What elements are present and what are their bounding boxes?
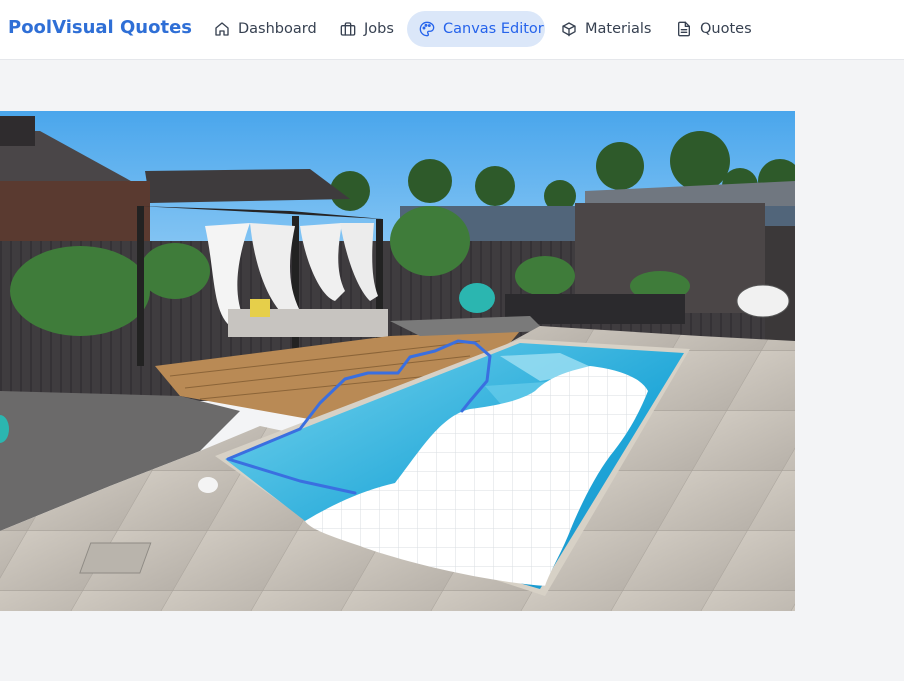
- box-icon: [561, 21, 577, 37]
- nav-item-dashboard[interactable]: Dashboard: [210, 11, 322, 47]
- canvas-editor-area[interactable]: [0, 111, 795, 611]
- pool-photo: [0, 111, 795, 611]
- home-icon: [214, 21, 230, 37]
- nav-item-label: Materials: [585, 21, 652, 37]
- nav-item-label: Dashboard: [238, 21, 317, 37]
- app-title[interactable]: PoolVisual Quotes: [8, 17, 192, 38]
- briefcase-icon: [340, 21, 356, 37]
- nav-item-label: Jobs: [364, 21, 394, 37]
- nav-item-canvas-editor[interactable]: Canvas Editor: [407, 11, 545, 47]
- nav-item-label: Canvas Editor: [443, 21, 544, 37]
- file-text-icon: [676, 21, 692, 37]
- nav-item-materials[interactable]: Materials: [557, 11, 657, 47]
- nav-item-label: Quotes: [700, 21, 752, 37]
- nav-item-jobs[interactable]: Jobs: [336, 11, 406, 47]
- palette-icon: [419, 21, 435, 37]
- nav-item-quotes[interactable]: Quotes: [672, 11, 756, 47]
- top-navigation-bar: PoolVisual Quotes Dashboard Jobs Canvas …: [0, 0, 904, 60]
